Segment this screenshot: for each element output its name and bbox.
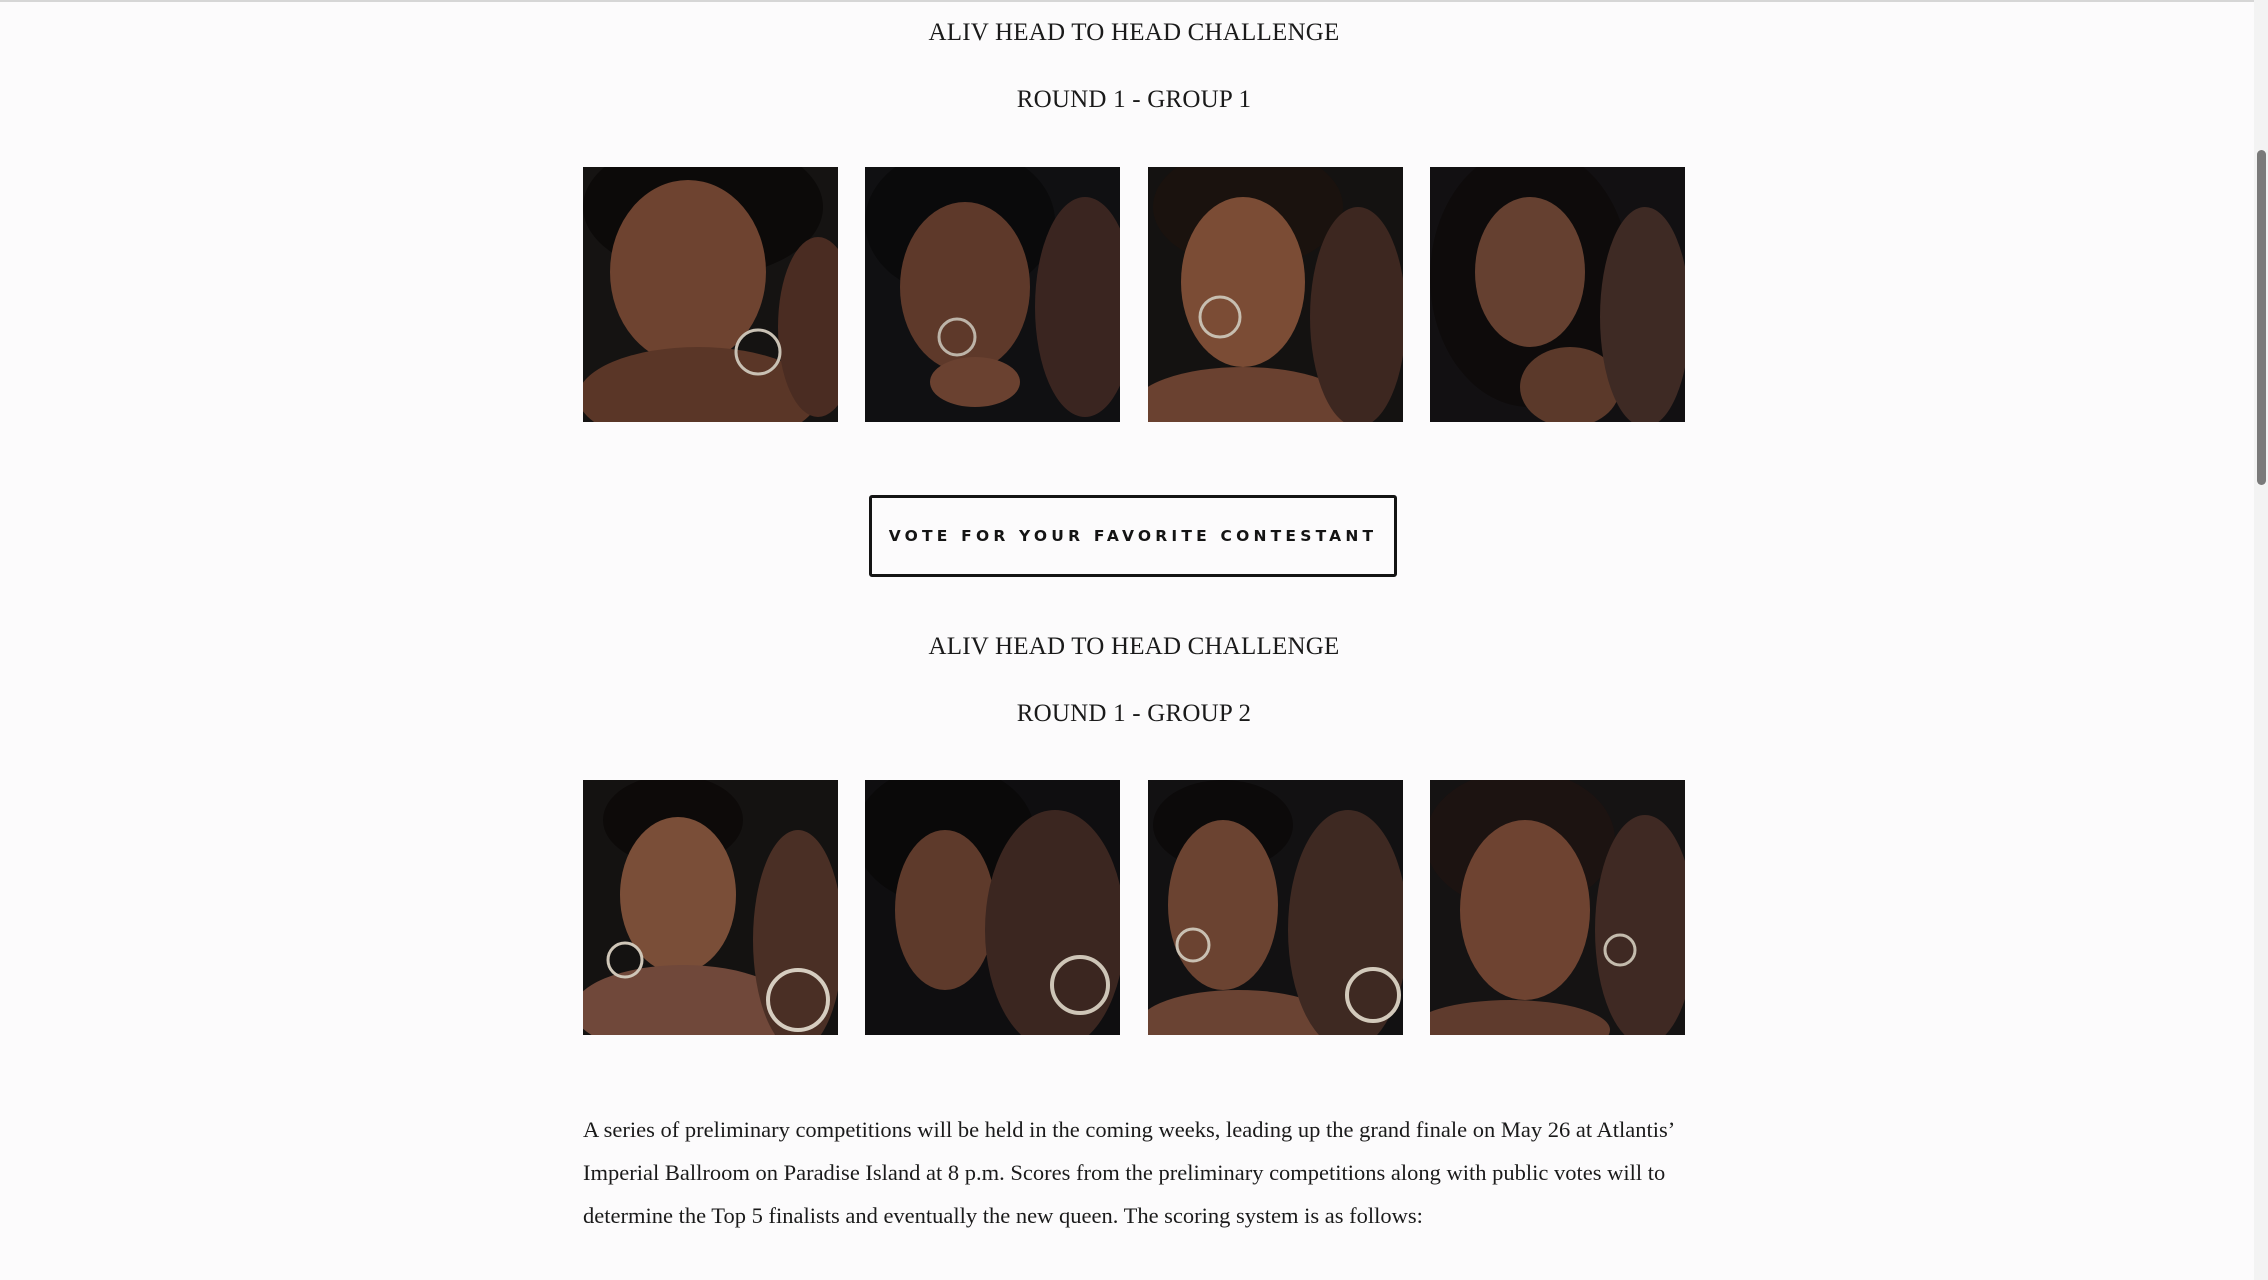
contestant-photo[interactable] <box>1147 167 1403 422</box>
contestant-portrait-image <box>583 167 838 422</box>
group2-heading: ALIV HEAD TO HEAD CHALLENGE <box>928 633 1340 660</box>
group2-gallery <box>583 780 1685 1035</box>
group2-subheading: ROUND 1 - GROUP 2 <box>1016 700 1252 727</box>
top-rule <box>0 0 2268 2</box>
contestant-photo[interactable] <box>865 780 1121 1035</box>
contestant-photo[interactable] <box>1147 780 1403 1035</box>
group1-heading: ALIV HEAD TO HEAD CHALLENGE <box>928 19 1340 46</box>
contestant-portrait-image <box>1429 167 1685 422</box>
group1-gallery <box>583 167 1685 422</box>
contestant-photo[interactable] <box>583 780 838 1035</box>
scrollbar-track[interactable] <box>2254 0 2268 1280</box>
group1-subheading: ROUND 1 - GROUP 1 <box>1016 86 1252 113</box>
contestant-portrait-image <box>583 780 838 1035</box>
contestant-portrait-image <box>1147 780 1403 1035</box>
contestant-photo[interactable] <box>1429 167 1685 422</box>
rules-paragraph: A series of preliminary competitions wil… <box>583 1117 1674 1228</box>
contestant-photo[interactable] <box>1429 780 1685 1035</box>
contestant-portrait-image <box>1429 780 1685 1035</box>
contestant-portrait-image <box>865 167 1121 422</box>
scrollbar-thumb[interactable] <box>2257 150 2266 485</box>
contestant-portrait-image <box>1147 167 1403 422</box>
contestant-photo[interactable] <box>583 167 838 422</box>
vote-button[interactable]: VOTE FOR YOUR FAVORITE CONTESTANT <box>869 495 1397 577</box>
contestant-photo[interactable] <box>865 167 1121 422</box>
contestant-portrait-image <box>865 780 1121 1035</box>
